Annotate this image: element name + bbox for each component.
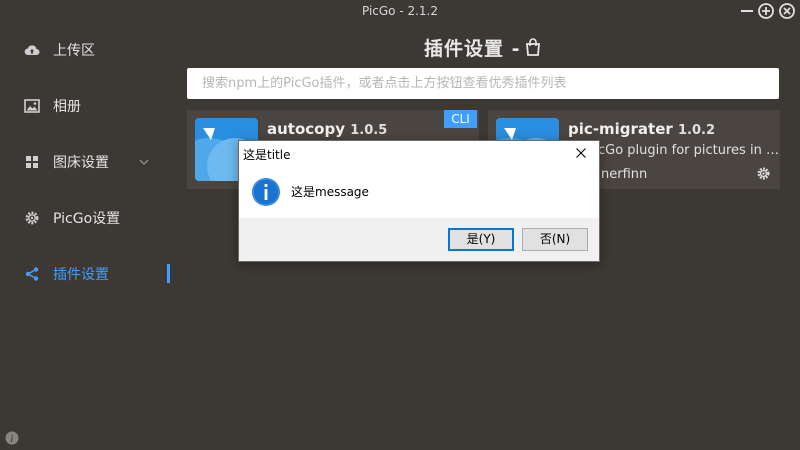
sidebar-item-picgo-settings[interactable]: PicGo设置 (0, 198, 170, 238)
sidebar-item-label: 上传区 (53, 43, 95, 59)
sidebar-item-plugin-settings[interactable]: 插件设置 (0, 254, 170, 294)
window-title: PicGo - 2.1.2 (361, 4, 439, 18)
sidebar-item-label: PicGo设置 (53, 211, 121, 227)
gear-icon[interactable] (756, 166, 771, 181)
sidebar-item-label: 插件设置 (53, 267, 109, 283)
plugin-search-input[interactable] (187, 68, 779, 99)
cli-badge: CLI (444, 110, 477, 128)
no-button[interactable]: 否(N) (522, 228, 588, 251)
share-icon (25, 267, 39, 281)
dialog-title: 这是title (243, 148, 291, 162)
plugin-name: pic-migrater 1.0.2 (568, 120, 715, 138)
plugin-version: 1.0.2 (678, 123, 716, 138)
picture-icon (24, 99, 40, 113)
page-title: 插件设置 - (424, 38, 521, 60)
sidebar-item-upload[interactable]: 上传区 (0, 30, 170, 70)
plugin-description: cGo plugin for pictures in … (598, 143, 779, 158)
yes-button[interactable]: 是(Y) (448, 228, 514, 251)
shopping-bag-icon[interactable] (524, 37, 542, 57)
gear-icon (25, 211, 39, 225)
plugin-name: autocopy 1.0.5 (267, 120, 387, 138)
info-icon (252, 178, 280, 206)
plus-circle-icon[interactable] (757, 2, 775, 20)
grid-icon (26, 156, 38, 168)
message-dialog: 这是title 这是message 是(Y) 否(N) (238, 140, 600, 262)
plugin-version: 1.0.5 (350, 123, 388, 138)
info-icon[interactable]: i (5, 431, 19, 445)
title-bar: PicGo - 2.1.2 (0, 0, 800, 22)
dialog-message: 这是message (291, 185, 369, 199)
dialog-footer: 是(Y) 否(N) (239, 218, 599, 261)
active-indicator (167, 264, 170, 283)
chevron-down-icon[interactable] (139, 157, 149, 167)
plugin-name-text: pic-migrater (568, 120, 673, 138)
plugin-author: nerfinn (601, 167, 648, 182)
minimize-icon[interactable] (738, 2, 756, 20)
sidebar-item-gallery[interactable]: 相册 (0, 86, 170, 126)
dialog-body: 这是message (239, 168, 599, 218)
sidebar: 上传区 相册 图床设置 PicGo设置 插件设置 (0, 22, 170, 450)
sidebar-item-label: 相册 (53, 99, 81, 115)
svg-text:i: i (10, 434, 13, 445)
sidebar-item-label: 图床设置 (53, 155, 109, 171)
cloud-upload-icon (24, 45, 40, 56)
sidebar-item-image-host[interactable]: 图床设置 (0, 142, 170, 182)
plugin-name-text: autocopy (267, 120, 345, 138)
close-icon[interactable] (573, 145, 589, 161)
close-circle-icon[interactable] (778, 2, 796, 20)
